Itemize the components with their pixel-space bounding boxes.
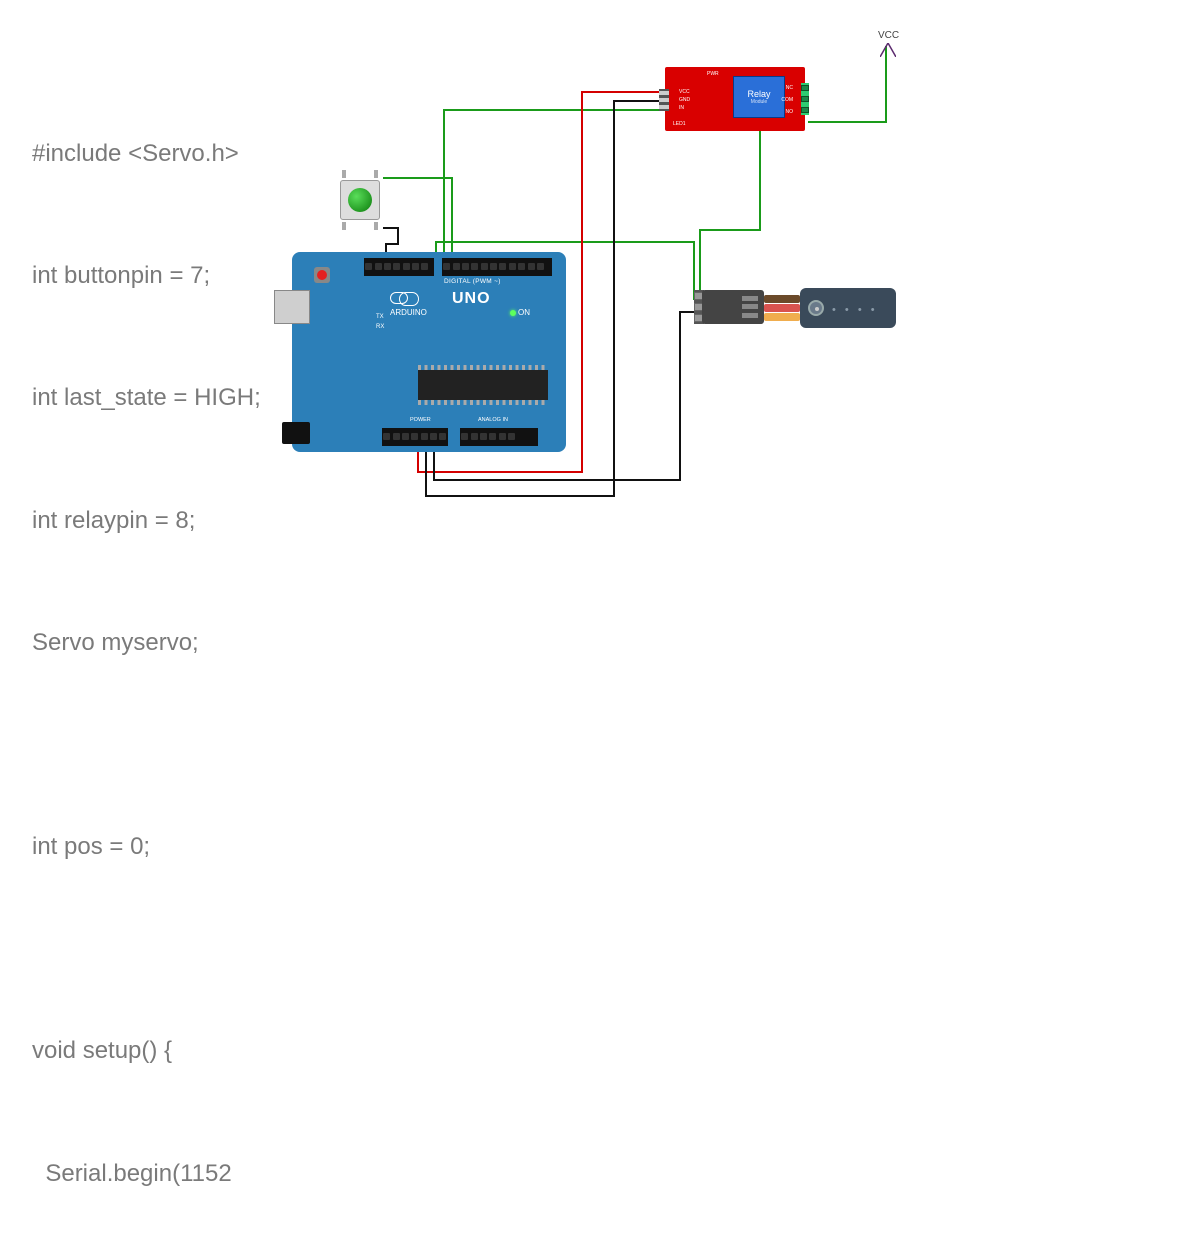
brand-label: ARDUINO	[390, 308, 427, 317]
code-line: void setup() {	[32, 1031, 444, 1072]
servo-motor[interactable]: • • • •	[800, 288, 896, 328]
relay-gnd-label: GND	[679, 97, 690, 103]
on-label: ON	[518, 308, 530, 317]
vcc-label: VCC	[878, 30, 899, 41]
servo-texture: • • • •	[832, 304, 878, 316]
reset-button[interactable]	[314, 267, 330, 283]
code-line: int pos = 0;	[32, 827, 444, 868]
digital-header-left[interactable]	[364, 258, 434, 276]
analog-section-label: ANALOG IN	[478, 417, 508, 423]
power-led-icon	[510, 310, 516, 316]
relay-no-label: NO	[786, 109, 794, 115]
relay-subtitle: Module	[751, 99, 767, 105]
relay-module[interactable]: Relay Module PWR VCC GND IN LED1 NC COM …	[665, 67, 805, 131]
tx-rx-labels: TX RX	[376, 312, 384, 332]
board-model-label: UNO	[452, 290, 491, 308]
atmega-chip	[418, 370, 548, 400]
servo-connector-body[interactable]	[702, 290, 764, 324]
button-cap[interactable]	[348, 188, 372, 212]
relay-cube: Relay Module	[733, 76, 785, 118]
power-header[interactable]	[382, 428, 448, 446]
arduino-logo	[390, 292, 408, 304]
usb-port	[274, 290, 310, 324]
servo-wire-harness	[764, 294, 800, 322]
button-leg[interactable]	[374, 222, 378, 230]
button-leg[interactable]	[342, 170, 346, 178]
arduino-uno-board[interactable]: UNO ARDUINO DIGITAL (PWM ~) POWER ANALOG…	[292, 252, 566, 452]
relay-input-pins[interactable]	[659, 89, 669, 111]
push-button-component[interactable]	[335, 175, 385, 225]
relay-nc-label: NC	[786, 85, 793, 91]
analog-header[interactable]	[460, 428, 538, 446]
relay-title: Relay	[747, 89, 770, 99]
digital-section-label: DIGITAL (PWM ~)	[444, 278, 501, 285]
relay-vcc-label: VCC	[679, 89, 690, 95]
wiring-layer	[0, 0, 1200, 630]
digital-header-right[interactable]	[442, 258, 552, 276]
relay-pwr-label: PWR	[707, 71, 719, 77]
relay-led1-label: LED1	[673, 121, 686, 127]
button-leg[interactable]	[374, 170, 378, 178]
vcc-supply-symbol: VCC	[878, 30, 898, 57]
relay-output-terminal[interactable]	[801, 83, 809, 115]
power-jack	[282, 422, 310, 444]
circuit-canvas[interactable]: UNO ARDUINO DIGITAL (PWM ~) POWER ANALOG…	[0, 0, 1200, 630]
servo-horn-icon	[808, 300, 824, 316]
relay-com-label: COM	[781, 97, 793, 103]
power-section-label: POWER	[410, 417, 431, 423]
code-line: Serial.begin(1152	[32, 1154, 444, 1195]
relay-in-label: IN	[679, 105, 684, 111]
button-leg[interactable]	[342, 222, 346, 230]
